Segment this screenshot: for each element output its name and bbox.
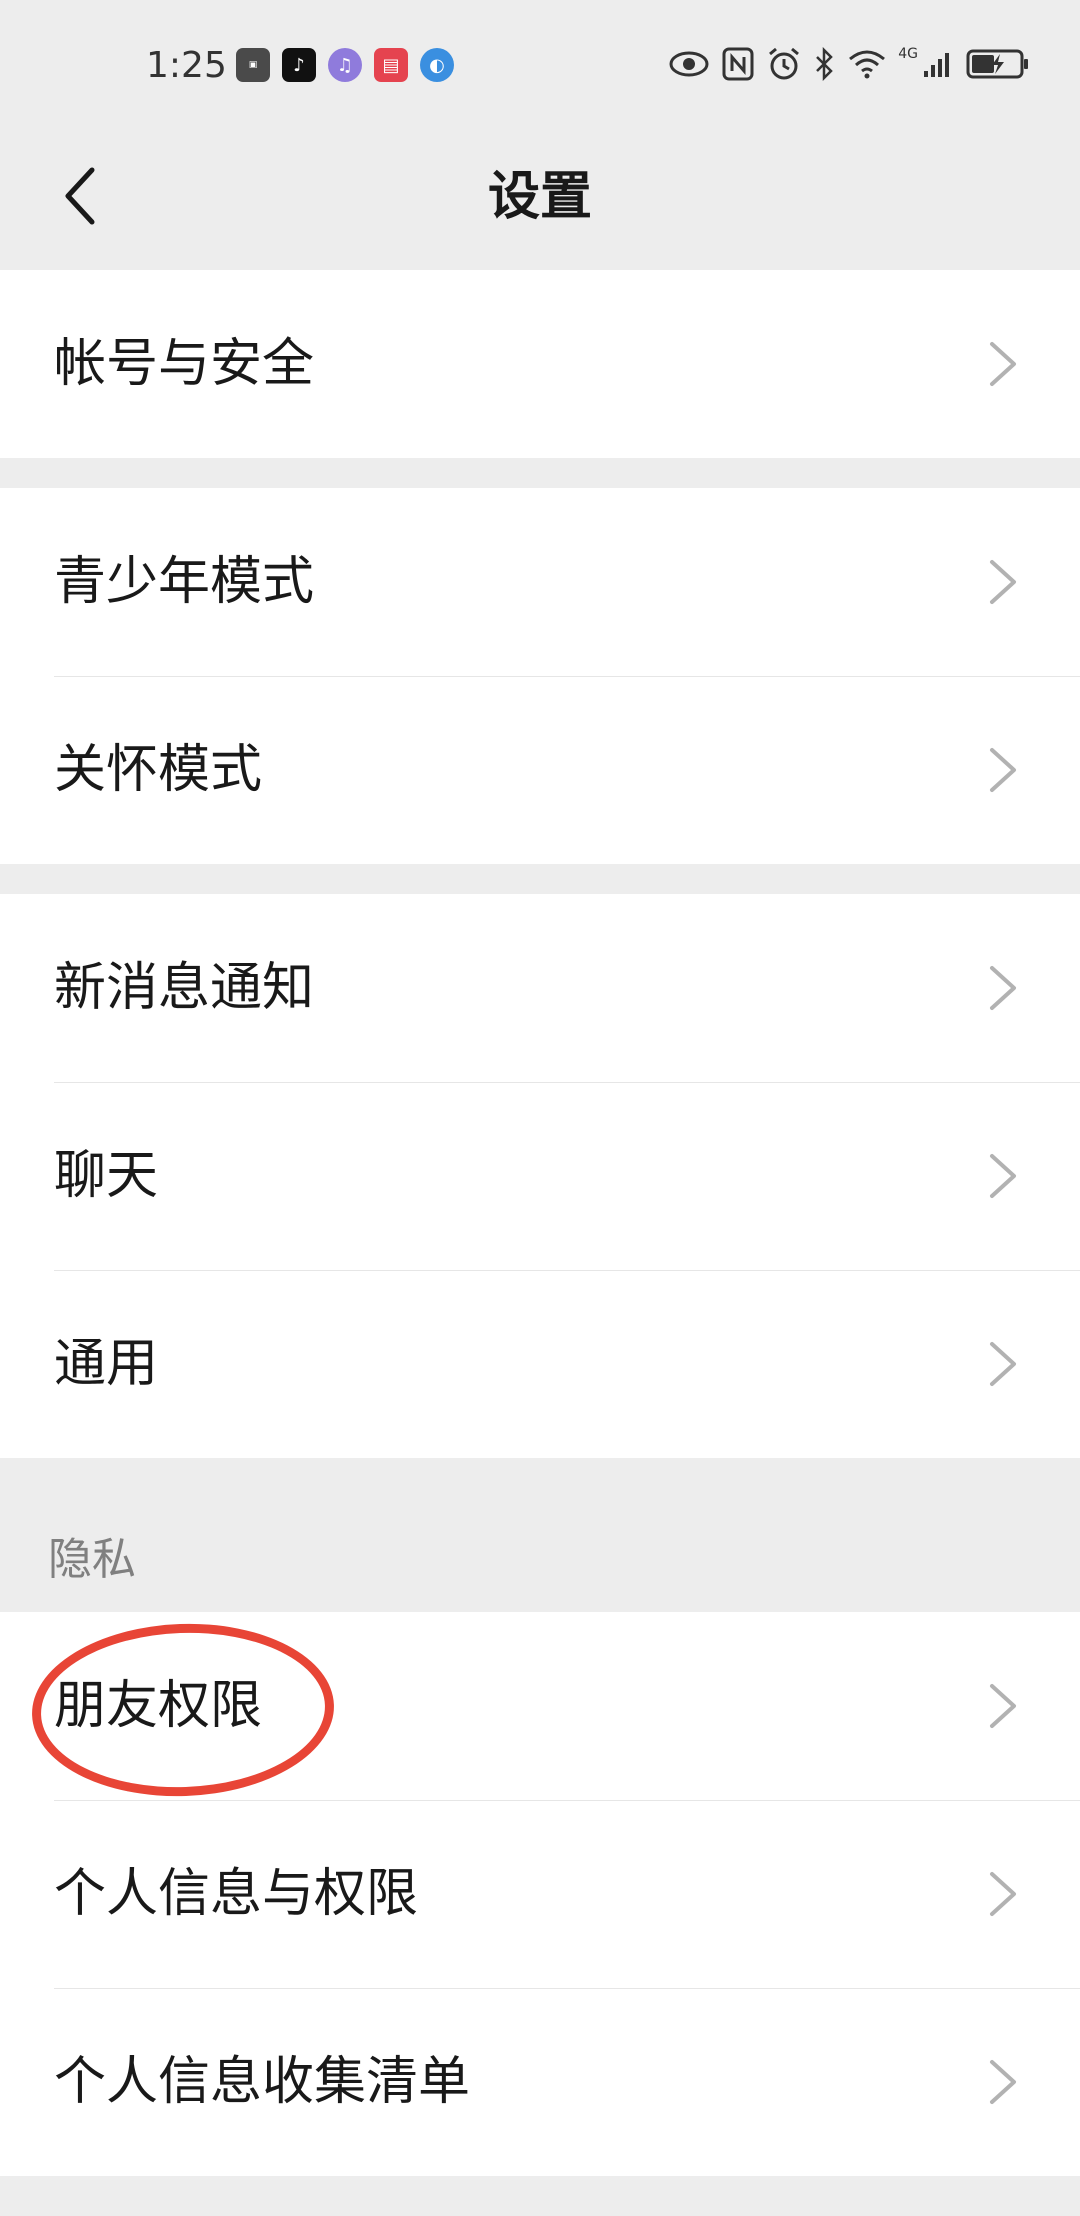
settings-item-general[interactable]: 通用: [0, 1270, 1080, 1458]
settings-item-chat[interactable]: 聊天: [0, 1082, 1080, 1270]
nfc-icon: [722, 47, 754, 81]
item-label: 通用: [54, 1334, 159, 1394]
item-label: 个人信息与权限: [54, 1864, 419, 1924]
settings-item-friend-permissions[interactable]: 朋友权限: [0, 1612, 1080, 1800]
group-privacy: 朋友权限 个人信息与权限 个人信息收集清单: [0, 1612, 1080, 2176]
signal-icon: [924, 53, 949, 77]
status-bar: 1:25 ▣ ♪ ♫ ▤ ◐ 4G: [0, 0, 1080, 130]
chevron-right-icon: [990, 2060, 1016, 2104]
chevron-right-icon: [990, 1154, 1016, 1198]
chevron-right-icon: [990, 560, 1016, 604]
chevron-right-icon: [990, 1872, 1016, 1916]
wifi-icon: [849, 50, 886, 79]
notification-icons: ▣ ♪ ♫ ▤ ◐: [236, 48, 454, 82]
book-icon: ▤: [374, 48, 408, 82]
network-type: 4G: [898, 46, 918, 62]
item-label: 关怀模式: [54, 740, 263, 800]
settings-item-teen-mode[interactable]: 青少年模式: [0, 488, 1080, 676]
settings-item-account-security[interactable]: 帐号与安全: [0, 270, 1080, 458]
chevron-right-icon: [990, 966, 1016, 1010]
section-label-privacy: 隐私: [48, 1534, 136, 1585]
chevron-right-icon: [990, 1342, 1016, 1386]
chevron-right-icon: [990, 748, 1016, 792]
item-label: 朋友权限: [54, 1676, 263, 1736]
battery-charging-icon: [966, 49, 1028, 79]
item-label: 帐号与安全: [54, 334, 315, 394]
settings-item-care-mode[interactable]: 关怀模式: [0, 676, 1080, 864]
status-time: 1:25: [146, 45, 227, 86]
settings-item-notifications[interactable]: 新消息通知: [0, 894, 1080, 1082]
eye-icon: [669, 51, 709, 77]
chevron-right-icon: [990, 1684, 1016, 1728]
group-account: 帐号与安全: [0, 270, 1080, 458]
music-icon: ♫: [328, 48, 362, 82]
settings-item-personal-info-list[interactable]: 个人信息收集清单: [0, 1988, 1080, 2176]
bluetooth-icon: [816, 47, 834, 81]
header: 设置: [0, 130, 1080, 270]
settings-item-personal-info-permissions[interactable]: 个人信息与权限: [0, 1800, 1080, 1988]
item-label: 新消息通知: [54, 958, 315, 1018]
page-title: 设置: [487, 167, 592, 227]
group-modes: 青少年模式 关怀模式: [0, 488, 1080, 864]
chevron-right-icon: [990, 342, 1016, 386]
item-label: 青少年模式: [54, 552, 315, 612]
group-general: 新消息通知 聊天 通用: [0, 894, 1080, 1458]
browser-icon: ◐: [420, 48, 454, 82]
system-icons: 4G: [668, 46, 1030, 82]
tiktok-icon: ♪: [282, 48, 316, 82]
huawei-store-icon: ▣: [236, 48, 270, 82]
item-label: 聊天: [54, 1146, 159, 1206]
alarm-icon: [769, 47, 800, 80]
item-label: 个人信息收集清单: [54, 2052, 471, 2112]
